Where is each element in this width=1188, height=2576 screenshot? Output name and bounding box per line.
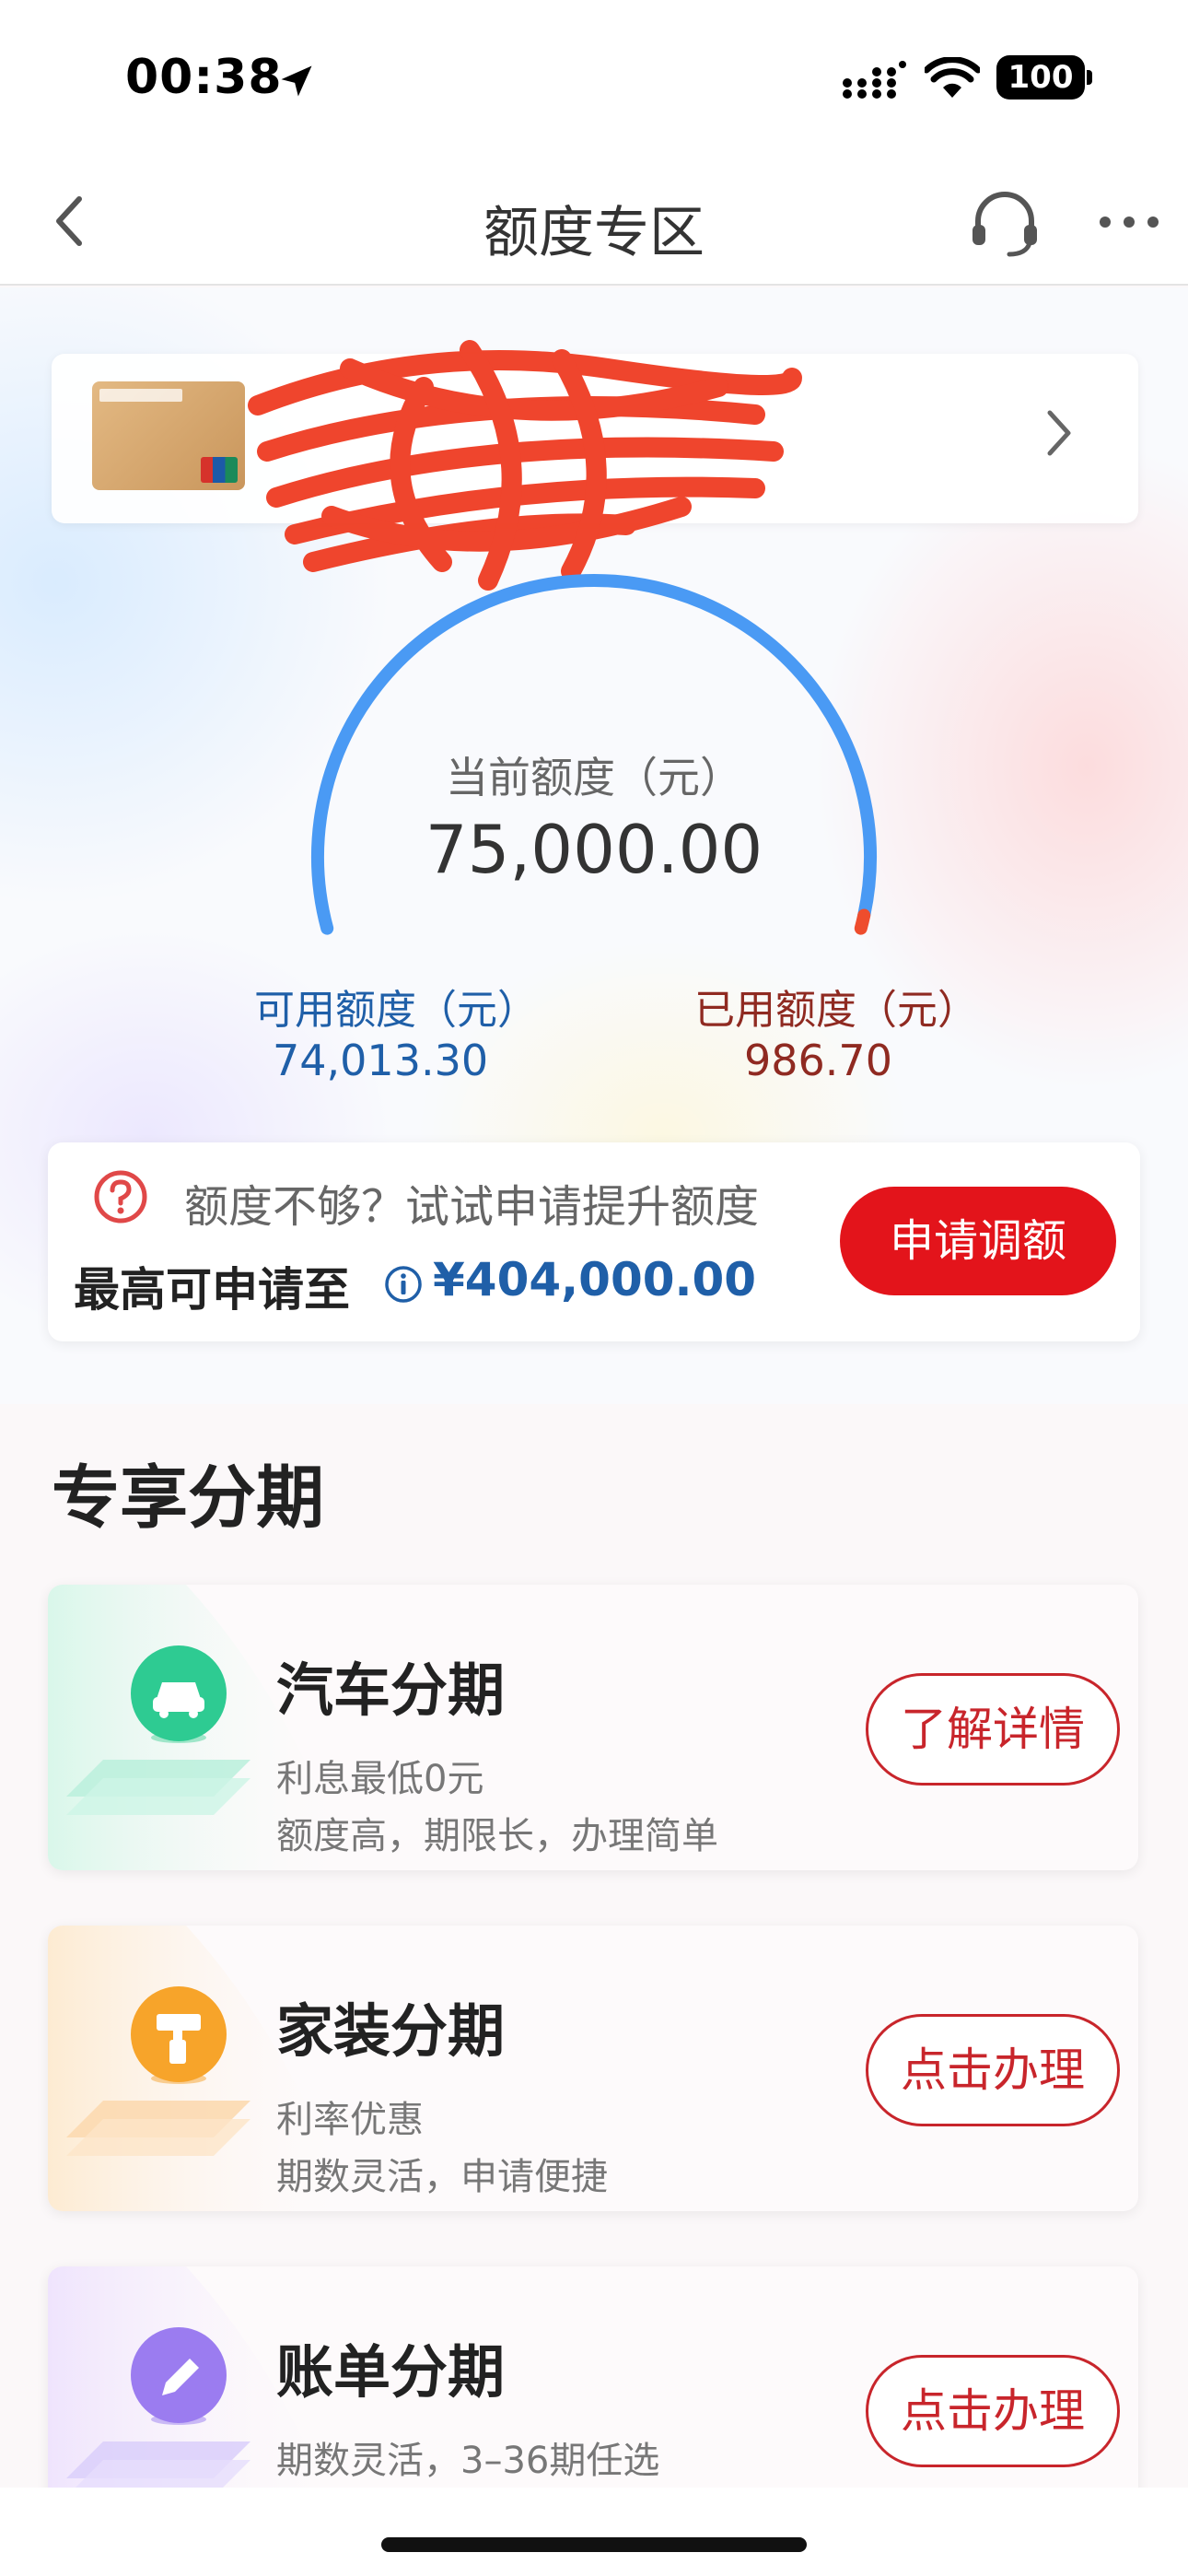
used-limit-label: 已用额度（元） [694,987,978,1034]
product-card-home-decoration[interactable]: 家装分期 利率优惠 期数灵活，申请便捷 点击办理 [48,1926,1138,2211]
current-limit-value: 75,000.00 [425,811,763,888]
unionpay-logo [201,457,238,483]
limit-increase-hint: 额度不够？试试申请提升额度 [184,1181,760,1233]
home-indicator-area [0,2488,1188,2576]
question-icon [94,1170,147,1224]
used-limit-value: 986.70 [744,1036,892,1085]
bank-logo [99,389,182,402]
product-title: 汽车分期 [276,1657,506,1724]
chevron-right-icon[interactable] [1035,405,1081,461]
home-indicator[interactable] [381,2537,807,2552]
product-desc-1: 期数灵活，3–36期任选 [276,2440,660,2482]
customer-service-icon[interactable] [965,184,1044,263]
apply-adjust-limit-button[interactable]: 申请调额 [840,1187,1116,1295]
car-icon [66,1645,250,1815]
available-limit-value: 74,013.30 [273,1036,489,1085]
paint-roller-icon [66,1986,250,2156]
status-time: 00:38 [125,50,283,105]
available-limit-label: 可用额度（元） [254,987,538,1034]
info-icon[interactable] [383,1264,424,1305]
current-limit-label: 当前额度（元） [446,753,742,802]
product-card-car[interactable]: 汽车分期 利息最低0元 额度高，期限长，办理简单 了解详情 [48,1585,1138,1870]
product-desc-1: 利息最低0元 [276,1758,484,1800]
page: 00:38 100 额度专区 当前额度（元） 75,000.00 可用额度（元）… [0,0,1188,2576]
max-limit-value: ¥404,000.00 [433,1253,757,1306]
max-limit-label: 最高可申请至 [74,1263,350,1317]
nav-bar: 额度专区 [0,157,1188,286]
product-desc-2: 额度高，期限长，办理简单 [276,1815,718,1857]
signal-icon [843,61,906,99]
wifi-icon [925,57,980,98]
battery-cap [1087,70,1092,85]
learn-more-button[interactable]: 了解详情 [866,1673,1120,1786]
product-title: 账单分期 [276,2338,506,2406]
product-desc-1: 利率优惠 [276,2099,424,2141]
product-desc-2: 期数灵活，申请便捷 [276,2156,608,2198]
more-icon[interactable] [1092,199,1166,245]
location-arrow-icon [281,65,312,97]
bank-card-image [92,381,245,490]
section-title: 专享分期 [52,1458,324,1538]
apply-now-button[interactable]: 点击办理 [866,2014,1120,2126]
status-bar: 00:38 100 [0,0,1188,157]
product-title: 家装分期 [276,1997,506,2065]
limit-increase-panel: 额度不够？试试申请提升额度 最高可申请至 ¥404,000.00 申请调额 [48,1142,1140,1341]
battery-indicator: 100 [996,55,1085,100]
gauge-used-segment [854,908,871,935]
apply-now-button[interactable]: 点击办理 [866,2355,1120,2467]
